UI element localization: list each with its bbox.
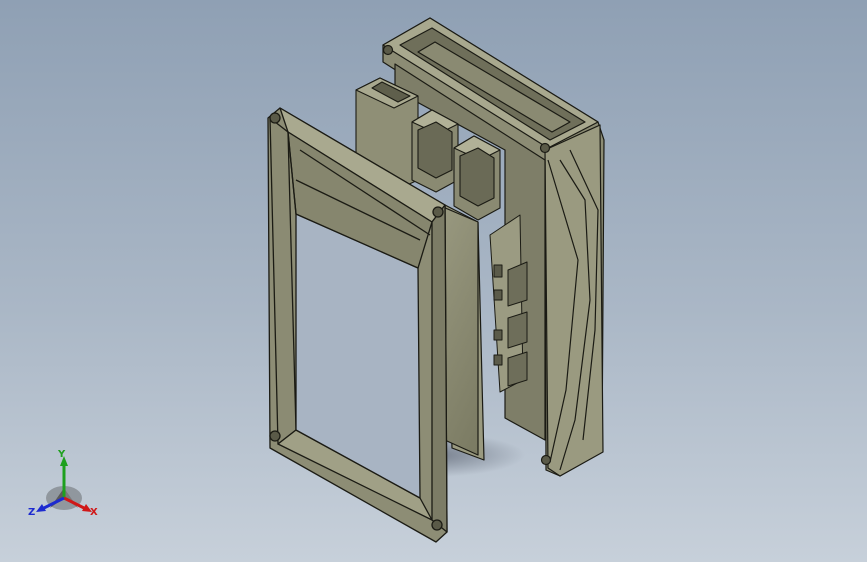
reference-triad: Y X Z [22,448,106,524]
y-axis-label: Y [58,449,66,460]
x-axis-label: X [90,507,98,518]
exploded-enclosure-model[interactable] [0,0,867,562]
z-axis-label: Z [28,507,36,518]
graphics-area[interactable]: Y X Z [0,0,867,562]
